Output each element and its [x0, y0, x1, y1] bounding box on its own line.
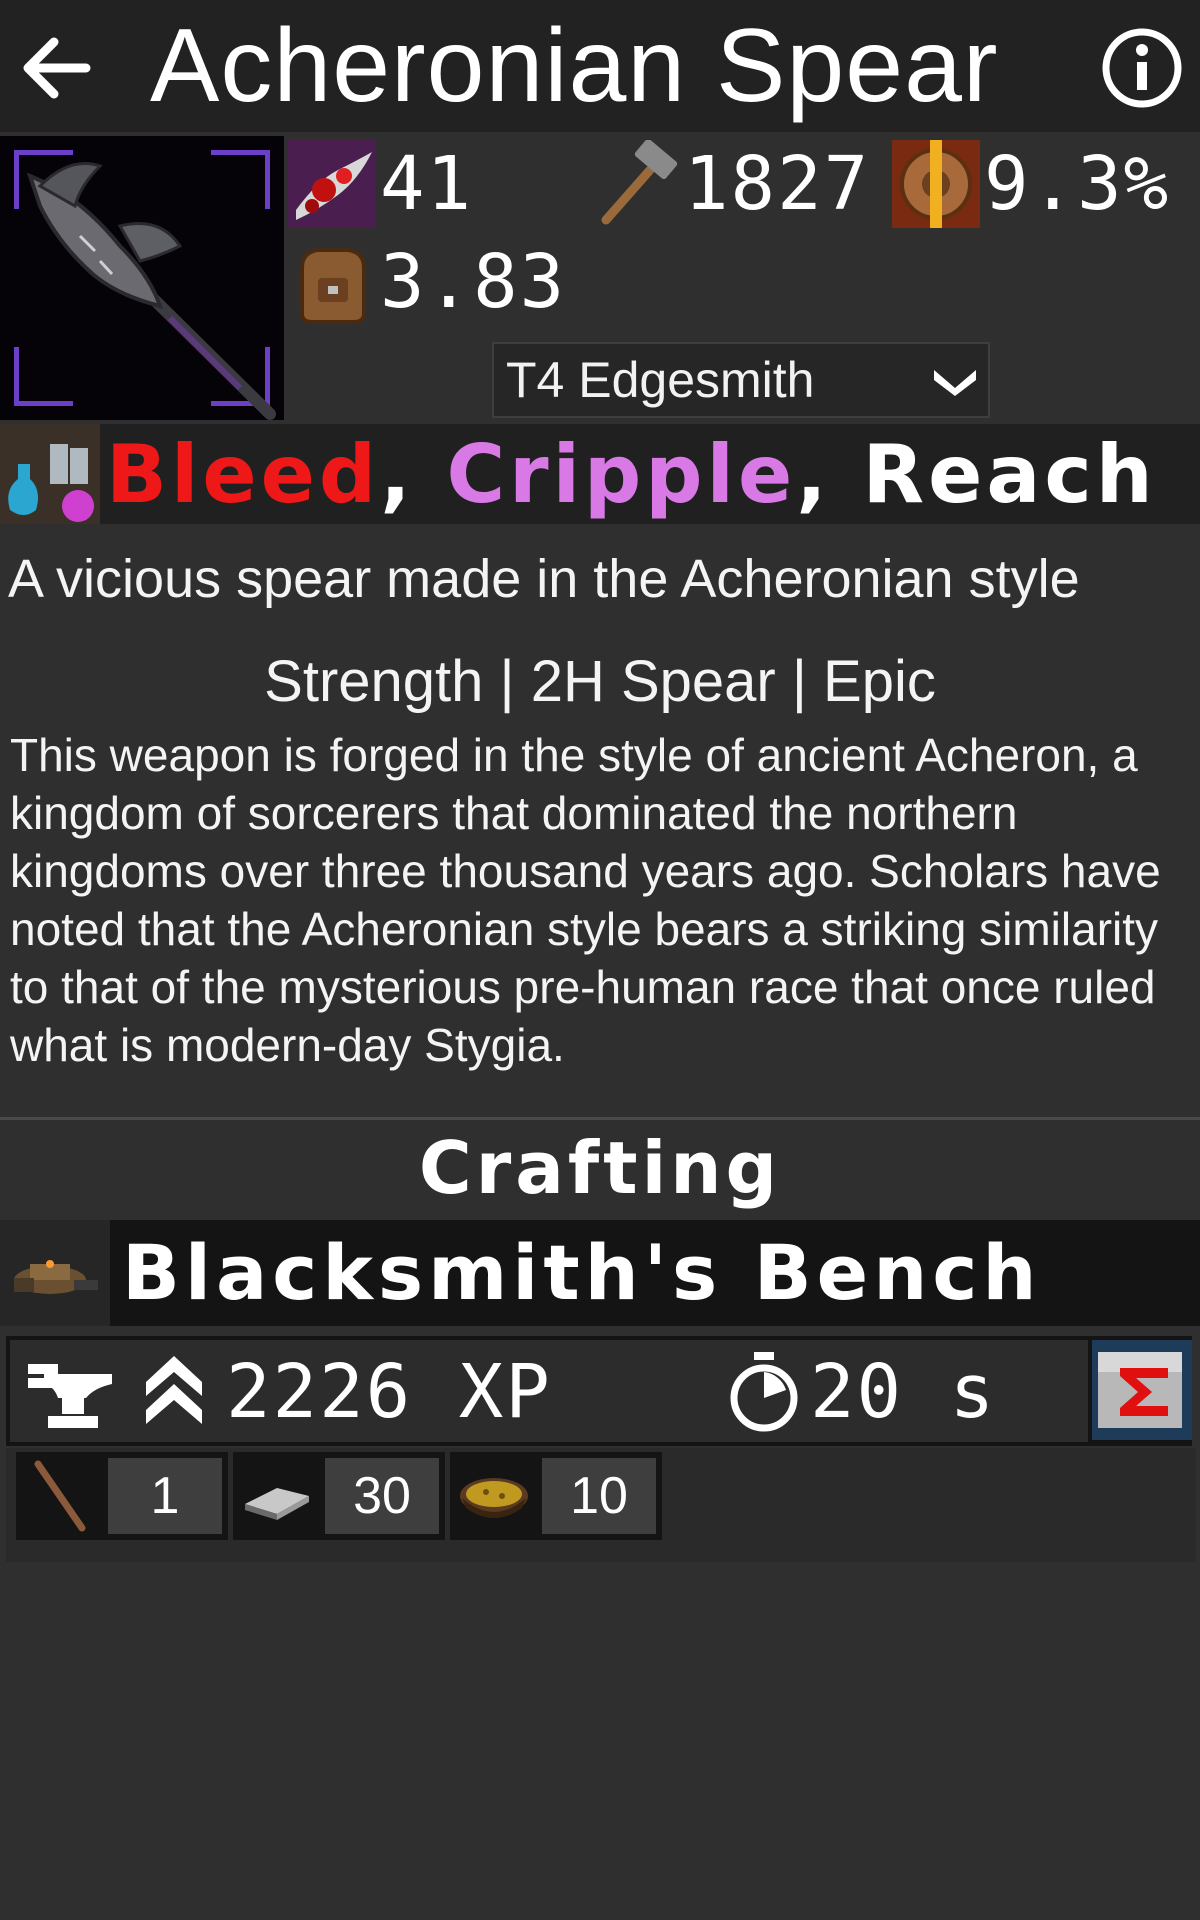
spear-icon: [26, 162, 276, 420]
material-qty: 10: [542, 1458, 656, 1534]
crafting-xp: 2226 XP: [226, 1349, 552, 1435]
tar-bowl-icon: [460, 1478, 528, 1518]
damage-value: 41: [380, 141, 474, 227]
durability-value: 1827: [684, 141, 871, 227]
durability-stat: 1827: [592, 138, 870, 230]
material-qty: 1: [108, 1458, 222, 1534]
weapon-image: [0, 136, 284, 420]
material-slot[interactable]: 1: [16, 1452, 228, 1540]
item-meta: Strength | 2H Spear | Epic: [264, 649, 936, 714]
chevron-down-icon: [934, 370, 976, 396]
perk-separator: ,: [796, 427, 863, 521]
anvil-icon: [28, 1364, 112, 1428]
perk-cripple: Cripple: [446, 427, 797, 521]
perks-list: Bleed, Cripple, Reach: [106, 428, 1157, 521]
page-title: Acheronian Spear: [150, 8, 999, 124]
crafting-station[interactable]: Blacksmith's Bench: [0, 1220, 1200, 1326]
armor-penetration-value: 9.3%: [984, 141, 1171, 227]
perk-bleed: Bleed: [106, 427, 381, 521]
item-lore: This weapon is forged in the style of an…: [10, 729, 1161, 1071]
arrow-left-icon: [23, 37, 91, 99]
crafter-select-value: T4 Edgesmith: [506, 352, 815, 408]
crafter-select[interactable]: T4 Edgesmith: [492, 342, 990, 418]
damage-stat: 41: [288, 138, 473, 230]
sigma-icon: [1092, 1340, 1192, 1440]
station-image: [0, 1220, 110, 1326]
section-divider: [0, 1117, 1200, 1120]
info-icon: [1102, 28, 1182, 108]
materials-list: 1 30 10: [6, 1448, 1196, 1562]
perk-reach: Reach: [862, 427, 1157, 521]
stopwatch-icon: [730, 1352, 798, 1432]
material-slot[interactable]: 10: [450, 1452, 662, 1540]
craft-total-button[interactable]: [1092, 1340, 1192, 1440]
crafting-title: Crafting: [418, 1126, 782, 1210]
app-header: Acheronian Spear: [0, 0, 1200, 132]
perk-separator: ,: [380, 427, 447, 521]
bleed-damage-icon: [288, 140, 376, 228]
ingot-icon: [245, 1488, 309, 1520]
xp-chevrons-icon: [146, 1356, 202, 1424]
shield-penetration-icon: [892, 140, 980, 228]
weight-stat: 3.83: [288, 236, 566, 328]
info-button[interactable]: [1096, 22, 1188, 114]
potions-icon: [0, 424, 100, 524]
shaft-icon: [34, 1460, 86, 1532]
crafting-station-name: Blacksmith's Bench: [122, 1228, 1042, 1317]
armor-penetration-stat: 9.3%: [892, 138, 1170, 230]
crafting-time: 20 s: [810, 1349, 997, 1435]
backpack-icon: [300, 248, 366, 324]
item-summary: 41 1827 9.3% 3.83 T4 Edgesmith: [0, 132, 1200, 422]
back-button[interactable]: [10, 22, 102, 114]
weight-value: 3.83: [380, 239, 567, 325]
material-slot[interactable]: 30: [233, 1452, 445, 1540]
material-qty: 30: [325, 1458, 439, 1534]
crafting-info-panel: 2226 XP 20 s: [10, 1340, 1088, 1442]
item-detail-screen: Acheronian Spear 41 1827 9.3% 3.83 T4 Ed…: [0, 0, 1200, 1920]
bench-icon: [14, 1260, 98, 1294]
hammer-icon: [601, 140, 678, 225]
item-short-description: A vicious spear made in the Acheronian s…: [8, 549, 1080, 609]
perks-bar: Bleed, Cripple, Reach: [0, 424, 1200, 524]
crafting-info: 2226 XP 20 s: [6, 1336, 1192, 1446]
